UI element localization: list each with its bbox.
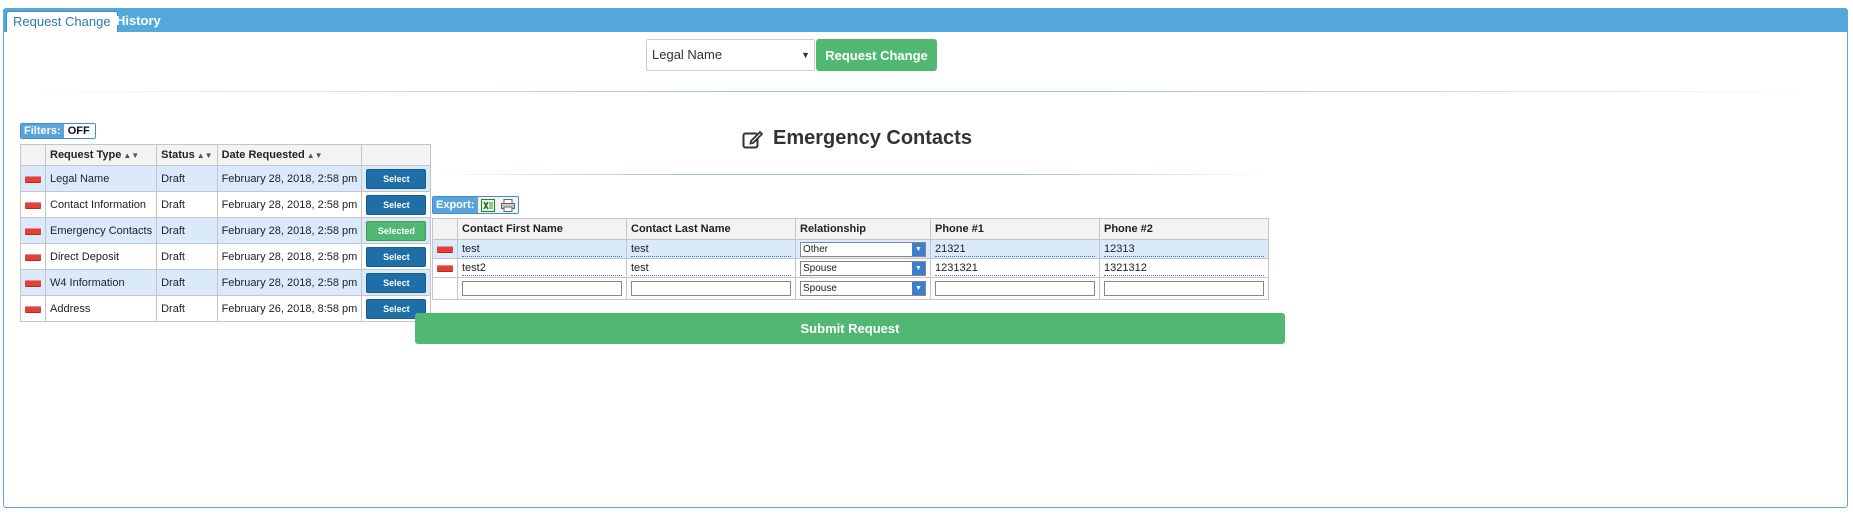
- delete-row-icon[interactable]: [25, 279, 41, 286]
- phone1-field[interactable]: 21321: [935, 242, 1095, 257]
- edit-icon: [742, 130, 764, 148]
- tab-bar: Request Change History: [4, 9, 1847, 32]
- header-icon-col: [432, 218, 458, 240]
- select-button[interactable]: Select: [366, 246, 427, 267]
- delete-row-icon[interactable]: [25, 253, 41, 260]
- date-cell: February 28, 2018, 2:58 pm: [216, 269, 363, 296]
- request-type-cell: Legal Name: [44, 165, 158, 192]
- header-date-requested[interactable]: Date Requested ▲▼: [216, 144, 363, 166]
- requests-table: Request Type ▲▼ Status ▲▼ Date Requested ▲▼…: [20, 144, 432, 322]
- first-name-field[interactable]: test: [462, 242, 622, 257]
- header-action: [361, 144, 432, 166]
- filters-state: OFF: [63, 124, 95, 138]
- first-name-field[interactable]: test2: [462, 261, 622, 276]
- request-change-button[interactable]: Request Change: [816, 39, 937, 71]
- request-type-cell: W4 Information: [44, 269, 158, 296]
- date-cell: February 28, 2018, 2:58 pm: [216, 191, 363, 218]
- new-contact-row: Spouse ▼: [432, 277, 1269, 300]
- new-phone2-input[interactable]: [1104, 281, 1264, 296]
- table-row: Contact Information Draft February 28, 2…: [20, 191, 432, 218]
- new-phone1-input[interactable]: [935, 281, 1095, 296]
- status-cell: Draft: [156, 243, 218, 270]
- header-first-name: Contact First Name: [457, 218, 627, 240]
- date-cell: February 28, 2018, 2:58 pm: [216, 243, 363, 270]
- delete-row-icon[interactable]: [437, 246, 453, 253]
- tab-request-change[interactable]: Request Change: [6, 11, 118, 32]
- status-cell: Draft: [156, 191, 218, 218]
- table-row: test test Other ▼ 21321 12313: [432, 239, 1269, 259]
- request-type-cell: Direct Deposit: [44, 243, 158, 270]
- selected-button[interactable]: Selected: [366, 220, 427, 241]
- dropdown-arrow-icon: ▼: [912, 282, 925, 295]
- last-name-field[interactable]: test: [631, 261, 791, 276]
- select-button[interactable]: Select: [366, 272, 427, 293]
- export-toolbar: Export:: [432, 196, 519, 214]
- relationship-select[interactable]: Spouse ▼: [800, 260, 926, 276]
- dropdown-arrow-icon: ▼: [912, 261, 925, 275]
- request-type-cell: Emergency Contacts: [44, 217, 158, 244]
- delete-row-icon[interactable]: [25, 227, 41, 234]
- dropdown-arrow-icon: ▼: [912, 242, 925, 256]
- request-type-cell: Contact Information: [44, 191, 158, 218]
- relationship-select[interactable]: Other ▼: [800, 241, 926, 257]
- date-cell: February 28, 2018, 2:58 pm: [216, 217, 363, 244]
- request-type-value: Legal Name: [652, 47, 723, 62]
- request-type-select[interactable]: Legal Name ▼: [646, 39, 815, 71]
- phone2-field[interactable]: 1321312: [1104, 261, 1264, 276]
- header-relationship: Relationship: [795, 218, 931, 240]
- header-last-name: Contact Last Name: [626, 218, 796, 240]
- sort-icon: ▲▼: [306, 151, 323, 160]
- delete-row-icon[interactable]: [25, 305, 41, 312]
- request-type-cell: Address: [44, 295, 158, 322]
- section-title: Emergency Contacts: [742, 127, 972, 150]
- header-icon-col: [20, 144, 46, 166]
- excel-export-icon[interactable]: [477, 197, 498, 213]
- divider: [20, 91, 1820, 92]
- delete-row-icon[interactable]: [25, 201, 41, 208]
- new-first-name-input[interactable]: [462, 281, 622, 296]
- delete-row-icon[interactable]: [437, 265, 453, 272]
- print-icon[interactable]: [497, 197, 518, 213]
- filters-toggle[interactable]: Filters: OFF: [20, 123, 96, 139]
- table-row: Address Draft February 26, 2018, 8:58 pm…: [20, 295, 432, 322]
- tab-history[interactable]: History: [110, 11, 167, 32]
- dropdown-arrow-icon: ▼: [801, 50, 810, 60]
- delete-row-icon[interactable]: [25, 175, 41, 182]
- new-last-name-input[interactable]: [631, 281, 791, 296]
- divider: [430, 174, 1270, 175]
- table-row: Emergency Contacts Draft February 28, 20…: [20, 217, 432, 244]
- table-row: Legal Name Draft February 28, 2018, 2:58…: [20, 165, 432, 192]
- select-button[interactable]: Select: [366, 194, 427, 215]
- status-cell: Draft: [156, 295, 218, 322]
- sort-icon: ▲▼: [196, 151, 213, 160]
- header-phone-2: Phone #2: [1099, 218, 1269, 240]
- table-row: Direct Deposit Draft February 28, 2018, …: [20, 243, 432, 270]
- status-cell: Draft: [156, 165, 218, 192]
- contacts-table: Contact First Name Contact Last Name Rel…: [432, 218, 1269, 300]
- header-status[interactable]: Status ▲▼: [156, 144, 218, 166]
- phone2-field[interactable]: 12313: [1104, 242, 1264, 257]
- header-phone-1: Phone #1: [930, 218, 1100, 240]
- filters-label: Filters:: [21, 124, 64, 138]
- phone1-field[interactable]: 1231321: [935, 261, 1095, 276]
- table-row: W4 Information Draft February 28, 2018, …: [20, 269, 432, 296]
- section-title-text: Emergency Contacts: [773, 127, 972, 149]
- status-cell: Draft: [156, 217, 218, 244]
- submit-request-button[interactable]: Submit Request: [415, 313, 1285, 344]
- status-cell: Draft: [156, 269, 218, 296]
- table-row: test2 test Spouse ▼ 1231321 1321312: [432, 258, 1269, 278]
- new-relationship-select[interactable]: Spouse ▼: [800, 281, 926, 296]
- date-cell: February 26, 2018, 8:58 pm: [216, 295, 363, 322]
- sort-icon: ▲▼: [123, 151, 140, 160]
- date-cell: February 28, 2018, 2:58 pm: [216, 165, 363, 192]
- select-button[interactable]: Select: [366, 168, 427, 189]
- last-name-field[interactable]: test: [631, 242, 791, 257]
- header-request-type[interactable]: Request Type ▲▼: [44, 144, 158, 166]
- export-label: Export:: [433, 197, 478, 213]
